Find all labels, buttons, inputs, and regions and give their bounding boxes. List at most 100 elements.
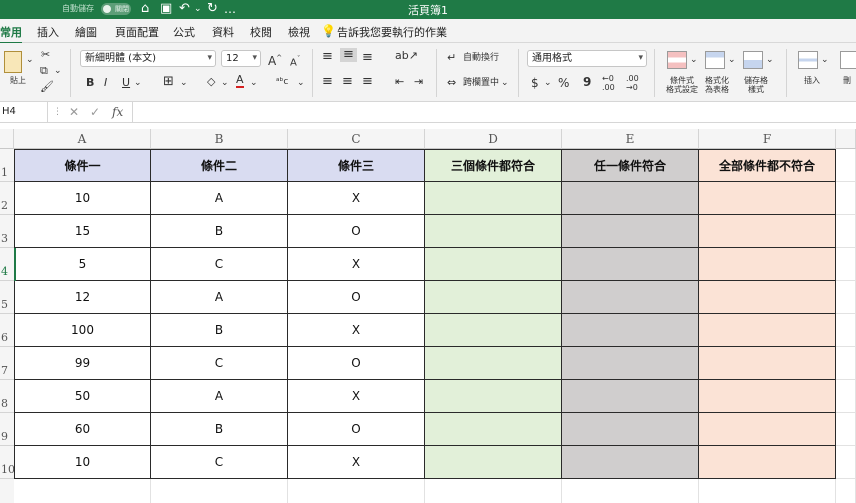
name-box[interactable]: H4 bbox=[0, 102, 48, 122]
copy-icon[interactable]: ⧉ bbox=[40, 64, 48, 78]
row-header-6[interactable]: 6 bbox=[0, 314, 14, 347]
table-cell[interactable] bbox=[562, 380, 699, 413]
row-header-8[interactable]: 8 bbox=[0, 380, 14, 413]
table-cell[interactable] bbox=[562, 446, 699, 479]
italic-button[interactable]: I bbox=[104, 76, 107, 90]
table-cell[interactable] bbox=[425, 215, 562, 248]
tab-review[interactable]: 校閱 bbox=[250, 24, 272, 40]
orientation-icon[interactable]: ab↗ bbox=[395, 49, 418, 63]
tell-me-search[interactable]: 告訴我您要執行的作業 bbox=[337, 24, 447, 40]
empty-cell[interactable] bbox=[836, 182, 856, 215]
cancel-icon[interactable]: ✕ bbox=[69, 105, 79, 119]
table-cell[interactable] bbox=[699, 314, 836, 347]
empty-cell[interactable] bbox=[836, 446, 856, 479]
copy-dropdown-icon[interactable]: ⌄ bbox=[54, 64, 62, 78]
font-color-dropdown-icon[interactable]: ⌄ bbox=[250, 76, 258, 90]
empty-cell[interactable] bbox=[562, 479, 699, 503]
table-cell[interactable]: C bbox=[151, 347, 288, 380]
name-box-chevron-icon[interactable]: ⋮ bbox=[53, 107, 62, 117]
paste-dropdown-icon[interactable]: ⌄ bbox=[26, 53, 34, 67]
column-header-b[interactable]: B bbox=[151, 129, 288, 149]
table-cell[interactable]: 100 bbox=[14, 314, 151, 347]
align-left-icon[interactable]: ≡ bbox=[322, 75, 333, 89]
bold-button[interactable]: B bbox=[86, 76, 94, 90]
table-cell[interactable]: 60 bbox=[14, 413, 151, 446]
fill-color-icon[interactable]: ◇ bbox=[207, 75, 215, 89]
table-cell[interactable]: 99 bbox=[14, 347, 151, 380]
empty-cell[interactable] bbox=[699, 479, 836, 503]
empty-cell[interactable] bbox=[836, 215, 856, 248]
fill-dropdown-icon[interactable]: ⌄ bbox=[221, 76, 229, 90]
row-header-9[interactable]: 9 bbox=[0, 413, 14, 446]
row-header-3[interactable]: 3 bbox=[0, 215, 14, 248]
font-name-select[interactable]: 新細明體 (本文) ▾ bbox=[80, 50, 216, 67]
empty-cell[interactable] bbox=[836, 479, 856, 503]
empty-cell[interactable] bbox=[836, 413, 856, 446]
underline-button[interactable]: U bbox=[122, 76, 130, 90]
tab-page-layout[interactable]: 頁面配置 bbox=[115, 24, 159, 40]
table-cell[interactable]: O bbox=[288, 347, 425, 380]
table-header-cell[interactable]: 條件二 bbox=[151, 149, 288, 182]
row-header-2[interactable]: 2 bbox=[0, 182, 14, 215]
table-cell[interactable]: 12 bbox=[14, 281, 151, 314]
table-cell[interactable] bbox=[699, 248, 836, 281]
table-header-cell[interactable]: 條件一 bbox=[14, 149, 151, 182]
table-cell[interactable] bbox=[699, 281, 836, 314]
table-cell[interactable] bbox=[699, 380, 836, 413]
table-header-cell[interactable]: 任一條件符合 bbox=[562, 149, 699, 182]
cell-styles-dropdown-icon[interactable]: ⌄ bbox=[766, 53, 774, 67]
tab-insert[interactable]: 插入 bbox=[37, 24, 59, 40]
table-cell[interactable] bbox=[425, 347, 562, 380]
table-cell[interactable] bbox=[699, 446, 836, 479]
font-color-icon[interactable]: A bbox=[236, 74, 244, 88]
table-cell[interactable] bbox=[562, 281, 699, 314]
format-table-dropdown-icon[interactable]: ⌄ bbox=[728, 53, 736, 67]
column-header-f[interactable]: F bbox=[699, 129, 836, 149]
table-cell[interactable]: 15 bbox=[14, 215, 151, 248]
comma-button[interactable]: 9 bbox=[583, 75, 591, 89]
empty-cell[interactable] bbox=[425, 479, 562, 503]
table-cell[interactable]: B bbox=[151, 314, 288, 347]
table-cell[interactable] bbox=[699, 413, 836, 446]
table-cell[interactable]: B bbox=[151, 413, 288, 446]
table-cell[interactable]: A bbox=[151, 380, 288, 413]
wrap-text-button[interactable]: 自動換行 bbox=[463, 51, 499, 65]
empty-cell[interactable] bbox=[288, 479, 425, 503]
column-header-d[interactable]: D bbox=[425, 129, 562, 149]
format-table-icon[interactable] bbox=[705, 51, 725, 69]
currency-button[interactable]: $ bbox=[531, 76, 539, 90]
empty-cell[interactable] bbox=[836, 314, 856, 347]
table-cell[interactable] bbox=[562, 314, 699, 347]
merge-dropdown-icon[interactable]: ⌄ bbox=[501, 76, 509, 90]
column-header-a[interactable]: A bbox=[14, 129, 151, 149]
column-header-g[interactable] bbox=[836, 129, 856, 149]
increase-font-icon[interactable]: A^ bbox=[268, 51, 282, 68]
table-cell[interactable]: 50 bbox=[14, 380, 151, 413]
table-cell[interactable] bbox=[425, 446, 562, 479]
table-cell[interactable] bbox=[562, 413, 699, 446]
row-header-1[interactable]: 1 bbox=[0, 149, 14, 182]
tab-draw[interactable]: 繪圖 bbox=[75, 24, 97, 40]
function-icon[interactable]: fx bbox=[112, 105, 123, 119]
empty-cell[interactable] bbox=[836, 380, 856, 413]
confirm-icon[interactable]: ✓ bbox=[90, 105, 100, 119]
table-cell[interactable]: O bbox=[288, 413, 425, 446]
align-right-icon[interactable]: ≡ bbox=[362, 75, 373, 89]
tab-view[interactable]: 檢視 bbox=[288, 24, 310, 40]
row-header-4[interactable]: 4 bbox=[0, 248, 14, 281]
table-cell[interactable] bbox=[562, 248, 699, 281]
row-header-10[interactable]: 10 bbox=[0, 446, 15, 479]
table-cell[interactable] bbox=[425, 380, 562, 413]
table-cell[interactable] bbox=[425, 182, 562, 215]
table-cell[interactable]: O bbox=[288, 215, 425, 248]
table-cell[interactable]: C bbox=[151, 446, 288, 479]
table-cell[interactable] bbox=[425, 281, 562, 314]
conditional-format-icon[interactable] bbox=[667, 51, 687, 69]
number-format-select[interactable]: 通用格式 ▾ bbox=[527, 50, 647, 67]
table-cell[interactable]: X bbox=[288, 248, 425, 281]
font-size-select[interactable]: 12 ▾ bbox=[221, 50, 261, 67]
empty-cell[interactable] bbox=[836, 347, 856, 380]
table-cell[interactable]: 5 bbox=[14, 248, 151, 281]
column-header-e[interactable]: E bbox=[562, 129, 699, 149]
align-middle-icon[interactable]: ≡ bbox=[340, 48, 357, 62]
